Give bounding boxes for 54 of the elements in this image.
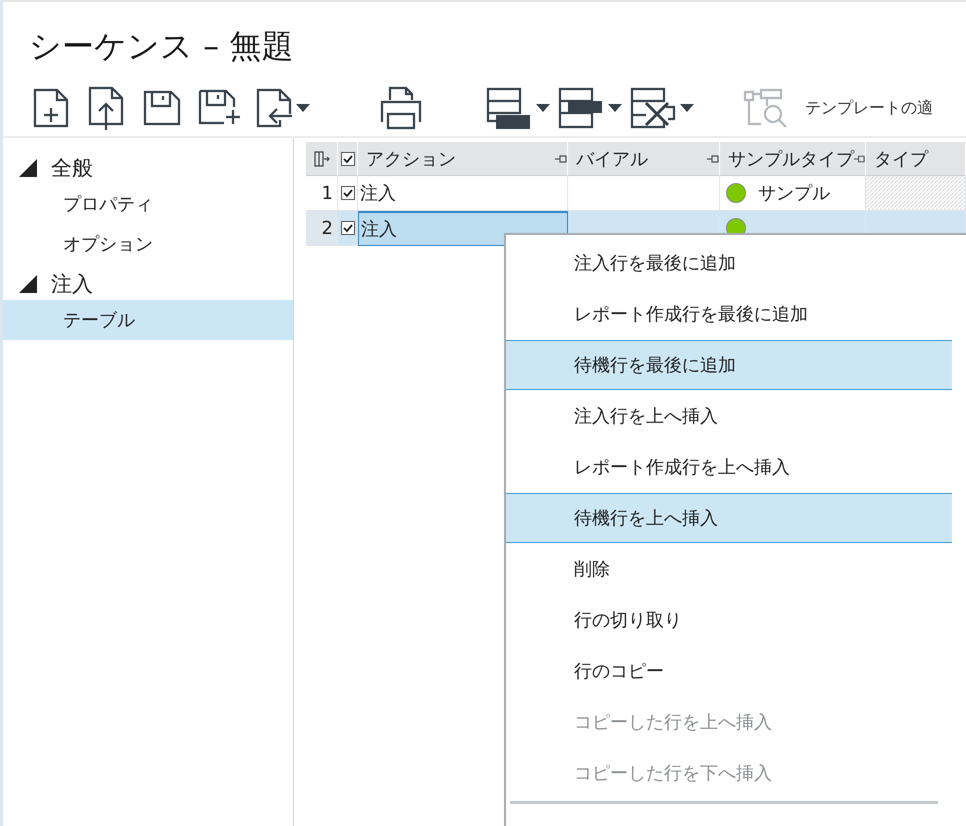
checkbox[interactable]: [340, 152, 354, 166]
checkbox[interactable]: [340, 221, 354, 235]
row-number: 1: [306, 176, 338, 211]
caret-icon: [296, 104, 310, 112]
row-number: 2: [306, 211, 338, 246]
import-file-icon: [256, 88, 292, 128]
row-bottom-icon: [486, 87, 532, 129]
menu-item[interactable]: 行のコピー: [506, 646, 952, 696]
toolbar-button[interactable]: [558, 87, 622, 129]
toolbar-button[interactable]: [198, 89, 242, 127]
checkbox[interactable]: [340, 186, 354, 200]
menu-item[interactable]: 注入行を上へ挿入: [506, 391, 952, 441]
toolbar-button[interactable]: [630, 87, 694, 129]
toolbar-button[interactable]: [143, 90, 181, 126]
pin-icon[interactable]: [707, 154, 719, 164]
menu-item[interactable]: 行の切り取り: [506, 595, 952, 645]
upload-file-icon: [88, 86, 124, 130]
row-middle-icon: [558, 87, 604, 129]
caret-icon: [536, 104, 550, 112]
save-icon: [143, 90, 181, 126]
printer-icon: [378, 86, 424, 130]
toolbar-button[interactable]: [378, 86, 424, 130]
menu-item[interactable]: 待機行を上へ挿入: [506, 493, 952, 543]
row-delete-icon: [630, 87, 676, 129]
column-chooser-icon[interactable]: [314, 150, 330, 166]
pin-icon[interactable]: [555, 154, 567, 164]
tree-node[interactable]: 注入: [51, 270, 93, 298]
caret-icon: [608, 104, 622, 112]
toolbar-button[interactable]: [33, 88, 69, 128]
expanded-icon[interactable]: [19, 275, 37, 293]
sample-type: サンプル: [758, 182, 830, 205]
tree-item[interactable]: テーブル: [3, 300, 293, 340]
tree-node[interactable]: 全般: [51, 154, 93, 182]
new-file-icon: [33, 88, 69, 128]
window-title: シーケンス – 無題: [29, 26, 294, 67]
tree-item[interactable]: オプション: [3, 224, 293, 264]
menu-item[interactable]: 待機行を最後に追加: [506, 340, 952, 390]
column-header[interactable]: アクション: [358, 142, 568, 176]
menu-item[interactable]: レポート作成行を最後に追加: [506, 289, 952, 339]
pin-icon[interactable]: [854, 154, 865, 164]
table-cell: 注入: [358, 176, 568, 211]
column-header[interactable]: タイプ: [866, 142, 966, 176]
menu-item[interactable]: レポート作成行を上へ挿入: [506, 442, 952, 492]
toolbar-button[interactable]: [88, 86, 124, 130]
column-header[interactable]: バイアル: [568, 142, 720, 176]
toolbar-button[interactable]: [486, 87, 550, 129]
menu-item[interactable]: 削除: [506, 544, 952, 594]
toolbar-button[interactable]: [256, 88, 310, 128]
caret-icon: [680, 104, 694, 112]
tree-item[interactable]: プロパティ: [3, 184, 293, 224]
save-plus-icon: [198, 89, 242, 127]
template-search-icon: [743, 88, 789, 128]
expanded-icon[interactable]: [19, 159, 37, 177]
column-header[interactable]: サンプルタイプ: [720, 142, 866, 176]
